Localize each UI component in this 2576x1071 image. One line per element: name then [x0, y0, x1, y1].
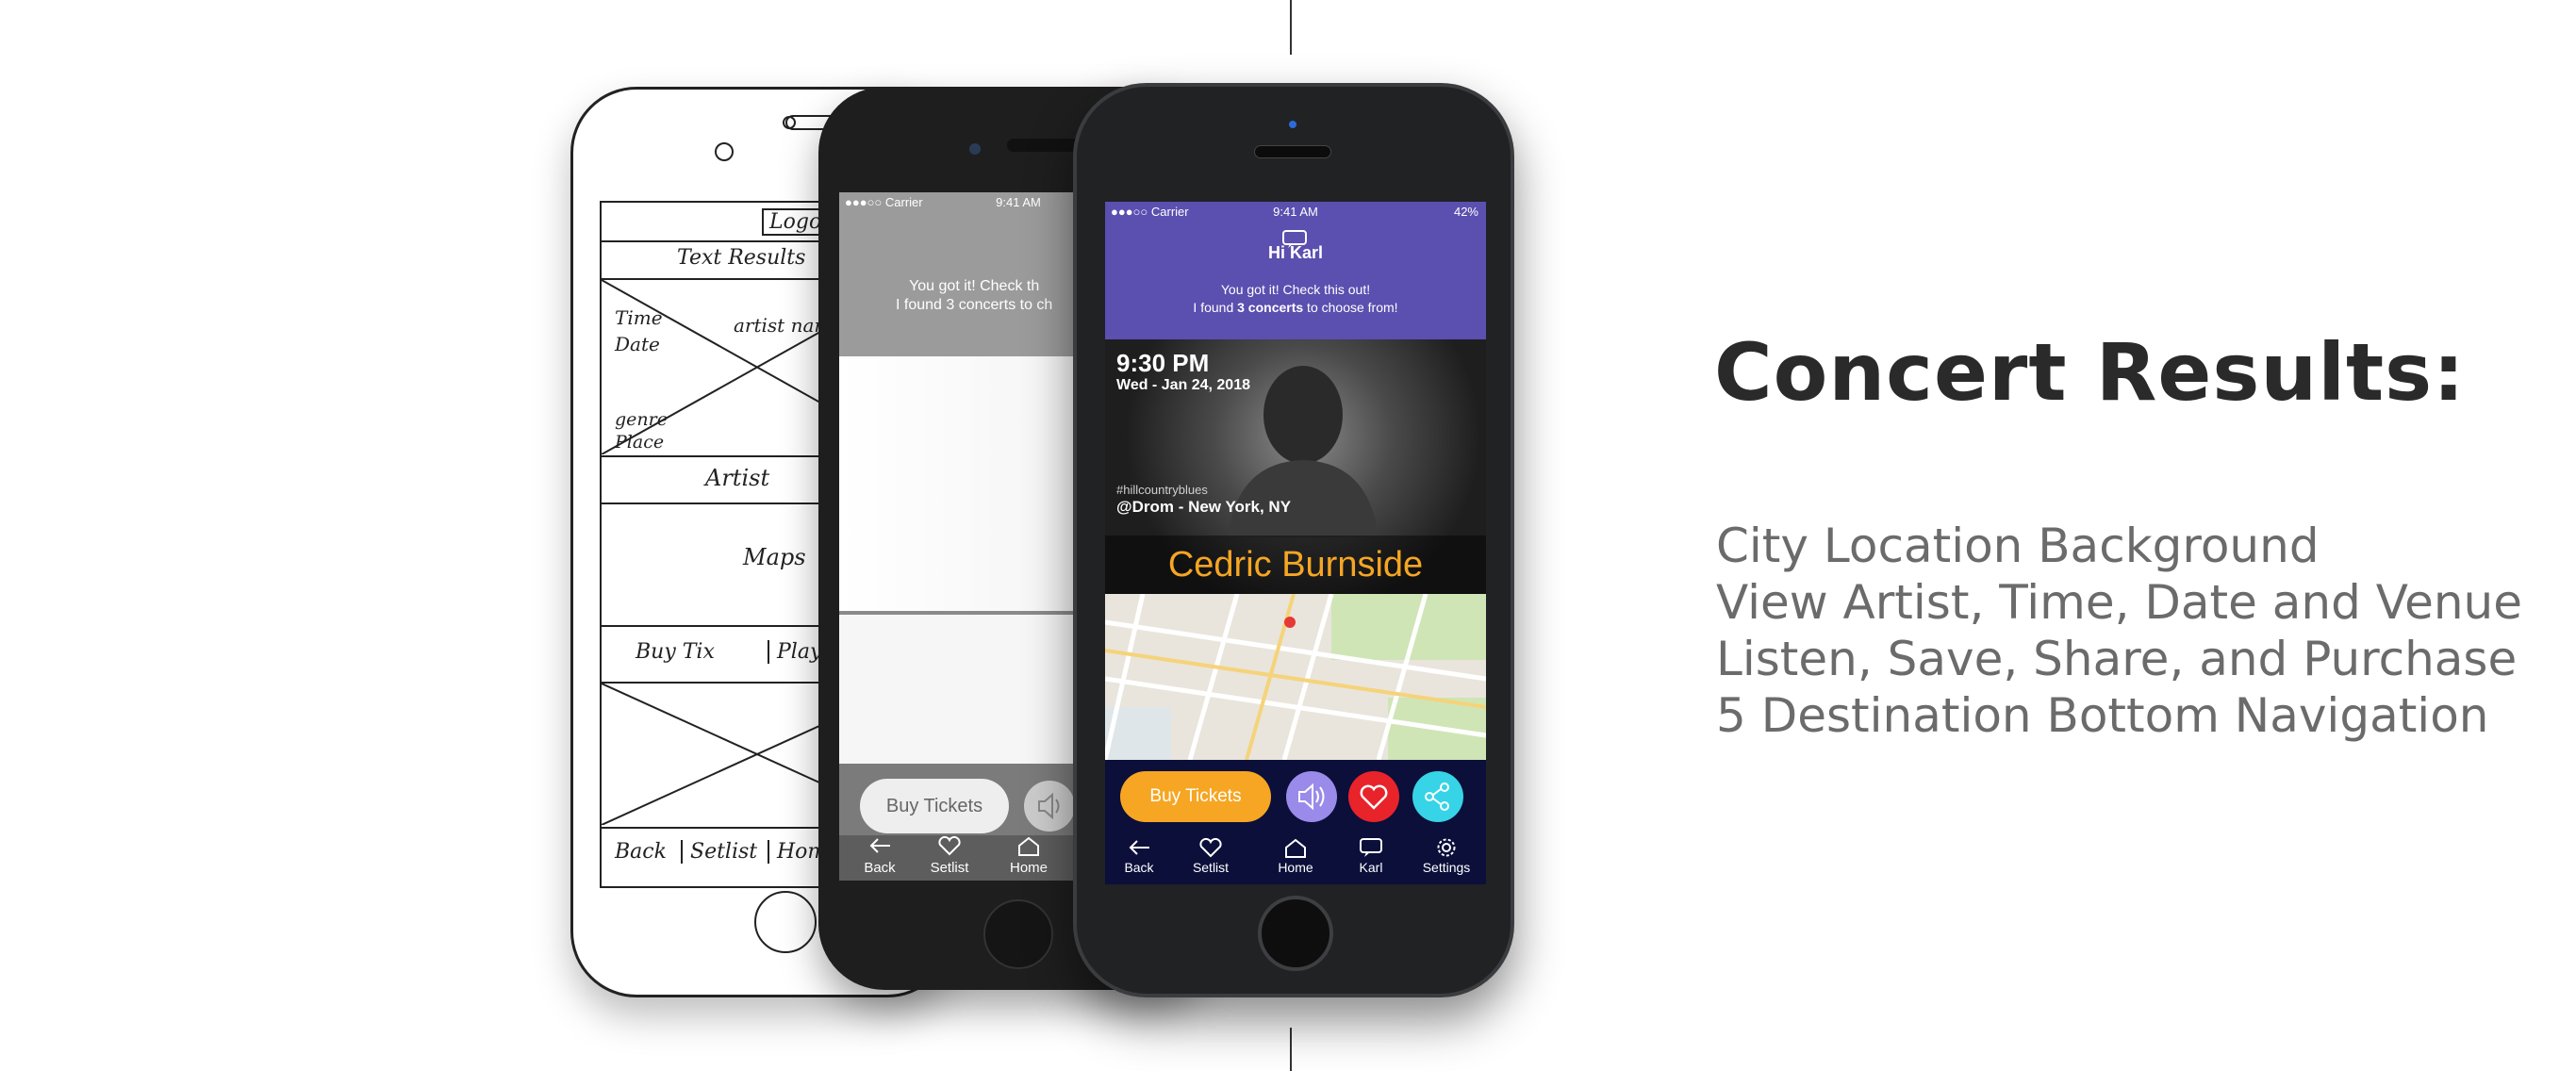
map-graphic — [1105, 594, 1486, 760]
nav-settings[interactable]: Settings — [1412, 837, 1480, 875]
action-bar: Buy Tickets — [1105, 760, 1486, 833]
nav-back[interactable]: Back — [847, 835, 913, 876]
app-screen: ●●●○○ Carrier 9:41 AM 42% Hi Karl You go… — [1105, 202, 1486, 884]
sketch-maps: Maps — [743, 544, 806, 570]
feature-item: View Artist, Time, Date and Venue — [1716, 575, 2522, 630]
heart-icon — [1199, 837, 1222, 858]
nav-setlist-label: Setlist — [930, 860, 969, 876]
divider-bottom — [1290, 1028, 1292, 1071]
sketch-setlist: Setlist — [681, 840, 757, 864]
nav-home[interactable]: Home — [1262, 837, 1329, 875]
feature-item: Listen, Save, Share, and Purchase — [1716, 632, 2518, 686]
buy-tickets-button[interactable]: Buy Tickets — [1120, 771, 1271, 822]
feature-item: 5 Destination Bottom Navigation — [1716, 688, 2489, 743]
home-icon — [1285, 838, 1306, 858]
home-button — [983, 899, 1053, 969]
nav-home-label: Home — [1009, 860, 1048, 876]
front-camera — [1289, 121, 1296, 128]
heart-icon[interactable] — [1348, 771, 1399, 822]
nav-setlist-label: Setlist — [1192, 860, 1230, 875]
heart-icon — [938, 835, 961, 856]
event-date: Wed - Jan 24, 2018 — [1116, 377, 1250, 393]
back-arrow-icon — [1129, 840, 1149, 855]
nav-settings-label: Settings — [1422, 860, 1471, 875]
chat-message: You got it! Check th I found 3 concerts … — [896, 278, 1053, 313]
sketch-buy-tix: Buy Tix — [636, 640, 715, 664]
message-line-2: I found 3 concerts to choose from! — [1193, 300, 1398, 315]
bottom-nav: Back Setlist Home Karl Settings — [1105, 833, 1486, 884]
panel-title: Concert Results: — [1714, 326, 2466, 419]
back-arrow-icon — [869, 838, 890, 853]
artist-photo[interactable]: 9:30 PM Wed - Jan 24, 2018 #hillcountryb… — [1105, 339, 1486, 594]
city-map[interactable] — [1105, 594, 1486, 760]
home-button — [754, 891, 817, 953]
camera-icon — [715, 142, 734, 161]
buy-tickets-button[interactable]: Buy Tickets — [860, 779, 1009, 833]
divider-top — [1290, 0, 1292, 55]
gear-icon — [1437, 838, 1456, 857]
event-venue: @Drom - New York, NY — [1116, 498, 1292, 516]
nav-setlist[interactable]: Setlist — [1177, 837, 1245, 875]
nav-back-label: Back — [1124, 860, 1154, 875]
greeting-header: ●●●○○ Carrier 9:41 AM 42% Hi Karl You go… — [1105, 202, 1486, 339]
sound-icon[interactable] — [1286, 771, 1337, 822]
message-line-1: You got it! Check this out! — [1220, 282, 1371, 297]
sketch-genre-place: genre Place — [615, 409, 668, 453]
battery-label: 42% — [1453, 205, 1478, 219]
chat-message: You got it! Check this out! I found 3 co… — [1105, 281, 1486, 317]
chat-bubble-icon — [1360, 838, 1382, 857]
sketch-play: Play — [768, 640, 821, 664]
nav-back[interactable]: Back — [1105, 837, 1173, 875]
nav-home[interactable]: Home — [996, 835, 1062, 876]
greeting: Hi Karl — [1267, 243, 1324, 262]
artist-name[interactable]: Cedric Burnside — [1105, 536, 1486, 594]
home-button — [1258, 896, 1333, 971]
feature-item: City Location Background — [1716, 519, 2320, 573]
clock: 9:41 AM — [1273, 205, 1318, 219]
nav-back-label: Back — [864, 860, 896, 876]
nav-setlist[interactable]: Setlist — [916, 835, 983, 876]
sketch-text-results: Text Results — [677, 246, 806, 270]
nav-karl[interactable]: Karl — [1337, 837, 1405, 875]
event-time: 9:30 PM — [1116, 349, 1210, 377]
share-icon[interactable] — [1412, 771, 1463, 822]
sketch-artist: Artist — [705, 465, 770, 491]
front-sensor — [783, 116, 796, 129]
sketch-back: Back — [615, 840, 667, 864]
sound-icon[interactable] — [1024, 781, 1075, 832]
nav-karl-label: Karl — [1359, 860, 1383, 875]
nav-home-label: Home — [1278, 860, 1313, 875]
home-icon — [1018, 836, 1039, 856]
app-phone: ●●●○○ Carrier 9:41 AM 42% Hi Karl You go… — [1073, 83, 1514, 997]
speaker-grille — [1254, 145, 1331, 158]
status-bar: ●●●○○ Carrier 9:41 AM 42% — [1105, 202, 1486, 222]
event-hashtag: #hillcountryblues — [1116, 483, 1208, 497]
front-camera — [969, 143, 981, 155]
sketch-time-date: Time Date — [615, 306, 663, 355]
